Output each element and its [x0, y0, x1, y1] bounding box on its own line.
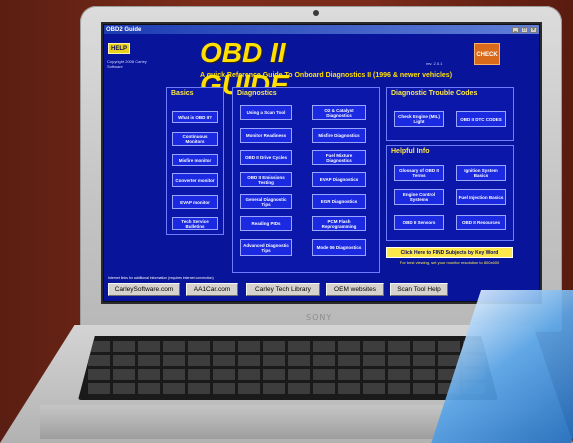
check-engine-light-button[interactable]: Check Engine (MIL) Light — [394, 111, 444, 127]
misfire-monitor-button[interactable]: Misfire monitor — [172, 154, 218, 166]
laptop-brand: SONY — [306, 313, 333, 322]
version-text: rev. 2.0.1 — [426, 61, 443, 66]
evap-diagnostics-button[interactable]: EVAP Diagnostics — [312, 172, 366, 187]
copyright-text: Copyright 2008 Carley Software — [107, 59, 147, 69]
carleysoftware-link[interactable]: CarleySoftware.com — [108, 283, 180, 296]
laptop-keyboard — [78, 336, 498, 400]
obd-sensors-button[interactable]: OBD II Sensors — [394, 215, 444, 230]
general-diagnostic-tips-button[interactable]: General Diagnostic Tips — [240, 194, 292, 209]
app-subtitle: A quick Reference Guide To Onboard Diagn… — [199, 72, 453, 79]
egr-diagnostics-button[interactable]: EGR Diagnostics — [312, 194, 366, 209]
engine-control-button[interactable]: Engine Control Systems — [394, 189, 444, 205]
dtc-heading: Diagnostic Trouble Codes — [391, 90, 478, 97]
o2-catalyst-diagnostics-button[interactable]: O2 & Catalyst Diagnostics — [312, 105, 366, 120]
emissions-testing-button[interactable]: OBD II Emissions Testing — [240, 172, 292, 187]
fuel-injection-button[interactable]: Fuel Injection Basics — [456, 189, 506, 205]
evap-monitor-button[interactable]: EVAP monitor — [172, 195, 218, 209]
oem-websites-link[interactable]: OEM websites — [326, 283, 384, 296]
converter-monitor-button[interactable]: Converter monitor — [172, 173, 218, 187]
help-button[interactable]: HELP — [108, 43, 130, 54]
misfire-diagnostics-button[interactable]: Misfire Diagnostics — [312, 128, 366, 143]
tech-service-bulletins-button[interactable]: Tech Service Bulletins — [172, 217, 218, 230]
internet-note: Internet links for additional informatio… — [108, 276, 214, 280]
reading-pids-button[interactable]: Reading PIDs — [240, 216, 292, 231]
close-button[interactable]: × — [530, 26, 537, 33]
glossary-button[interactable]: Glossary of OBD II Terms — [394, 165, 444, 181]
aa1car-link[interactable]: AA1Car.com — [186, 283, 238, 296]
app-window: OBD2 Guide _ □ × HELP Copyright 2008 Car… — [104, 25, 539, 301]
window-title: OBD2 Guide — [106, 26, 142, 33]
resolution-note: For best viewing, set your monitor resol… — [399, 260, 500, 265]
fuel-mixture-diagnostics-button[interactable]: Fuel Mixture Diagnostics — [312, 150, 366, 165]
check-engine-logo: CHECK — [474, 43, 500, 65]
ignition-system-button[interactable]: Ignition System Basics — [456, 165, 506, 181]
helpful-info-heading: Helpful Info — [391, 148, 430, 155]
continuous-monitors-button[interactable]: Continuous Monitors — [172, 132, 218, 146]
using-scan-tool-button[interactable]: Using a Scan Tool — [240, 105, 292, 120]
mode-06-diagnostics-button[interactable]: Mode 06 Diagnostics — [312, 239, 366, 256]
title-bar: OBD2 Guide _ □ × — [104, 25, 539, 34]
keyword-search-button[interactable]: Click Here to FIND Subjects by Key Word — [386, 247, 513, 258]
dtc-codes-button[interactable]: OBD II DTC CODES — [456, 111, 506, 127]
maximize-button[interactable]: □ — [521, 26, 528, 33]
minimize-button[interactable]: _ — [512, 26, 519, 33]
drive-cycles-button[interactable]: OBD II Drive Cycles — [240, 150, 292, 165]
scan-tool-help-link[interactable]: Scan Tool Help — [390, 283, 448, 296]
monitor-readiness-button[interactable]: Monitor Readiness — [240, 128, 292, 143]
obd-resources-button[interactable]: OBD II Resources — [456, 215, 506, 230]
pcm-reprogramming-button[interactable]: PCM Flash Reprogramming — [312, 216, 366, 231]
diagnostics-heading: Diagnostics — [237, 90, 277, 97]
basics-heading: Basics — [171, 90, 194, 97]
advanced-diagnostic-tips-button[interactable]: Advanced Diagnostic Tips — [240, 239, 292, 256]
webcam-icon — [313, 10, 319, 16]
tech-library-link[interactable]: Carley Tech Library — [246, 283, 320, 296]
what-is-obd-button[interactable]: What is OBD II? — [172, 111, 218, 123]
